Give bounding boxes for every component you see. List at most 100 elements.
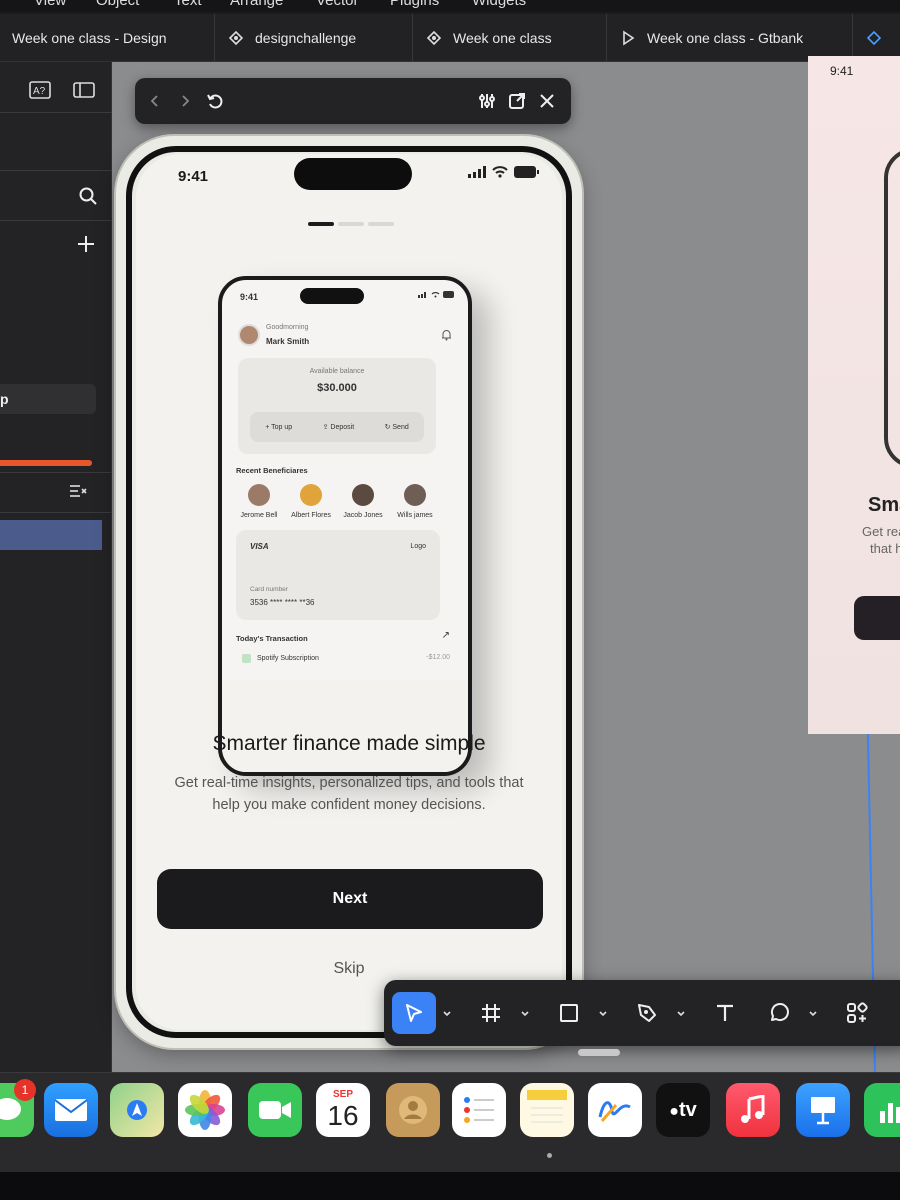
card-number-label: Card number [250,586,288,593]
sidebar-toggle-icon[interactable] [72,78,96,102]
page-item[interactable]: p [0,384,96,414]
balance-actions: + Top up ⇪ Deposit ↻ Send [250,412,424,442]
top-up-action: + Top up [265,423,293,431]
resize-handle[interactable] [578,1049,620,1056]
reminders-icon[interactable] [452,1083,506,1137]
tab-designchallenge[interactable]: designchallenge [214,14,412,62]
numbers-icon[interactable] [864,1083,900,1137]
avatar [238,324,260,346]
signal-icon [468,166,486,178]
tab-more[interactable] [852,14,900,62]
running-indicator [547,1153,552,1158]
dynamic-island [294,158,412,190]
menu-arrange[interactable]: Arrange [230,0,283,9]
rectangle-tool-icon[interactable] [552,992,586,1034]
calendar-icon[interactable]: SEP 16 [316,1083,370,1137]
tab-week-one-design[interactable]: Week one class - Design [0,14,214,62]
wifi-icon [492,166,508,178]
play-icon [619,29,637,47]
svg-text:A?: A? [33,86,46,97]
figjam-icon [425,29,443,47]
card-logo: Logo [410,543,426,550]
phone-outline [884,148,900,468]
facetime-icon[interactable] [248,1083,302,1137]
balance-amount: $30.000 [317,382,357,394]
tools-toolbar [384,980,900,1046]
menu-widgets[interactable]: Widgets [472,0,526,9]
status-time: 9:41 [178,168,209,185]
actions-tool-icon[interactable] [840,992,874,1034]
wifi-icon [431,292,440,298]
frame-title: Sma [868,494,900,516]
text-style-icon[interactable]: A? [28,78,52,102]
move-tool-icon[interactable] [392,992,436,1034]
next-frame-preview[interactable]: 9:41 Sma Get rea that h [808,56,900,734]
battery-icon [514,166,539,178]
balance-label: Available balance [309,368,365,375]
menu-vector[interactable]: Vector [316,0,359,9]
close-icon[interactable] [535,89,559,113]
text-tool-icon[interactable] [708,992,742,1034]
tab-week-one[interactable]: Week one class [412,14,606,62]
settings-sliders-icon[interactable] [475,89,499,113]
transaction-row: Spotify Subscription [242,654,319,663]
status-icons [468,166,540,178]
chevron-down-icon[interactable] [520,1006,530,1017]
beneficiary: Jerome Bell [234,484,284,519]
notes-icon[interactable] [520,1083,574,1137]
photos-icon[interactable] [178,1083,232,1137]
page-dot [368,222,394,226]
open-external-icon[interactable] [505,89,529,113]
menu-object[interactable]: Object [96,0,139,9]
chevron-down-icon[interactable] [442,1006,452,1017]
mini-island [300,288,364,304]
search-icon[interactable] [76,184,100,208]
tab-label: Week one class [453,30,552,46]
comment-tool-icon[interactable] [762,992,796,1034]
restart-icon[interactable] [203,89,227,113]
contacts-icon[interactable] [386,1083,440,1137]
page-indicator [308,222,394,226]
calendar-month: SEP [332,1088,353,1100]
card-brand: VISA [250,542,269,551]
chevron-down-icon[interactable] [676,1006,686,1017]
card-number: 3536 **** **** **36 [250,598,315,607]
next-button[interactable]: Next [157,869,543,929]
music-icon[interactable] [726,1083,780,1137]
menu-view[interactable]: View [34,0,66,9]
mini-time: 9:41 [240,292,259,302]
phone-frame[interactable]: 9:41 9:41 Goodmorning Mark Smith Availab… [116,136,582,1048]
menu-bar: View Object Text Arrange Vector Plugins … [0,0,900,12]
chevron-down-icon[interactable] [808,1006,818,1017]
page-dot [338,222,364,226]
appletv-icon[interactable]: ●tv [656,1083,710,1137]
mail-icon[interactable] [44,1083,98,1137]
screen-bezel [0,1172,900,1200]
selected-layer[interactable] [0,520,102,550]
figjam-icon [865,29,883,47]
preview-fade [222,680,468,772]
transactions-title: Today's Transaction [236,634,308,643]
add-page-icon[interactable] [74,232,98,256]
page-dot [308,222,334,226]
chevron-down-icon[interactable] [598,1006,608,1017]
menu-plugins[interactable]: Plugins [390,0,439,9]
tab-week-one-gtbank[interactable]: Week one class - Gtbank [606,14,852,62]
freeform-icon[interactable] [588,1083,642,1137]
keynote-icon[interactable] [796,1083,850,1137]
subtitle: Get real-time insights, personalized tip… [174,775,524,813]
arrow-up-right-icon: ↗ [441,630,450,641]
back-icon[interactable] [143,89,167,113]
frame-subtitle: Get rea [862,524,900,539]
skip-link[interactable]: Skip [136,960,562,978]
tab-label: Week one class - Gtbank [647,30,804,46]
menu-text[interactable]: Text [174,0,202,9]
tab-bar: Week one class - Design designchallenge … [0,14,900,62]
pen-tool-icon[interactable] [630,992,664,1034]
maps-icon[interactable] [110,1083,164,1137]
layers-panel: A? p [0,62,112,1072]
appletv-label: tv [678,1098,697,1121]
layer-list-icon[interactable] [66,480,90,504]
forward-icon[interactable] [173,89,197,113]
frame-tool-icon[interactable] [474,992,508,1034]
